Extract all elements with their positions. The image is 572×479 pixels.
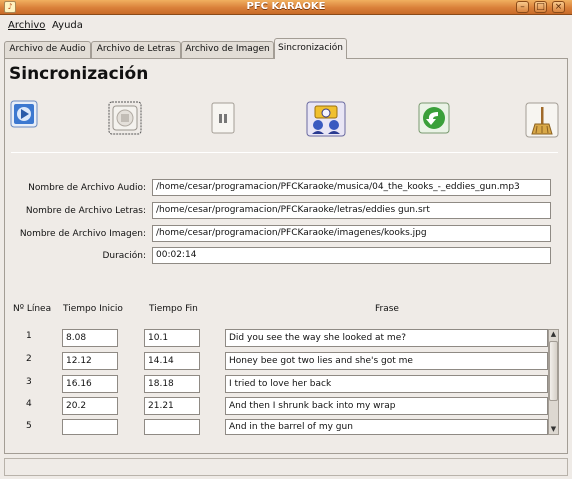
tiempo-inicio-field[interactable]	[62, 419, 118, 435]
scroll-thumb[interactable]	[549, 341, 558, 401]
tiempo-fin-field[interactable]: 21.21	[144, 397, 200, 415]
row-number: 2	[26, 354, 32, 364]
menu-bar: Archivo Ayuda	[0, 16, 572, 36]
menu-ayuda[interactable]: Ayuda	[52, 20, 83, 31]
window-title: PFC KARAOKE	[246, 1, 326, 12]
tab-archivo-letras[interactable]: Archivo de Letras	[91, 41, 181, 58]
duracion-field[interactable]: 00:02:14	[152, 247, 551, 264]
back-arrow-icon	[418, 102, 450, 134]
separator	[11, 152, 558, 153]
row-number: 5	[26, 421, 32, 431]
tiempo-inicio-field[interactable]: 8.08	[62, 329, 118, 347]
play-icon	[10, 100, 38, 128]
frase-field[interactable]: I tried to love her back	[225, 375, 548, 393]
scroll-up-icon[interactable]: ▲	[549, 330, 558, 339]
sync-people-icon	[306, 101, 346, 137]
imagen-file-field[interactable]: /home/cesar/programacion/PFCKaraoke/imag…	[152, 225, 551, 242]
tiempo-inicio-field[interactable]: 12.12	[62, 352, 118, 370]
stop-icon	[108, 101, 142, 135]
clear-button[interactable]	[525, 102, 559, 138]
header-linea: Nº Línea	[13, 304, 52, 314]
pause-button[interactable]	[211, 102, 241, 136]
menu-archivo[interactable]: Archivo	[8, 20, 45, 31]
letras-label: Nombre de Archivo Letras:	[25, 206, 146, 216]
sync-button[interactable]	[306, 101, 346, 137]
table-scrollbar[interactable]: ▲ ▼	[548, 329, 559, 435]
duracion-label: Duración:	[102, 251, 146, 261]
tab-archivo-imagen[interactable]: Archivo de Imagen	[181, 41, 274, 58]
tab-sincronizacion[interactable]: Sincronización	[274, 38, 347, 59]
broom-icon	[525, 102, 559, 138]
pause-icon	[211, 102, 235, 134]
header-tiempo-inicio: Tiempo Inicio	[63, 304, 123, 314]
tiempo-inicio-field[interactable]: 20.2	[62, 397, 118, 415]
maximize-button[interactable]: □	[534, 1, 547, 13]
minimize-button[interactable]: –	[516, 1, 529, 13]
header-frase: Frase	[375, 304, 399, 314]
close-button[interactable]: ×	[552, 1, 565, 13]
status-bar	[4, 458, 568, 476]
page-title: Sincronización	[9, 64, 149, 84]
title-bar: ♪ PFC KARAOKE – □ ×	[0, 0, 572, 15]
imagen-label: Nombre de Archivo Imagen:	[19, 229, 146, 239]
back-button[interactable]	[418, 102, 450, 136]
row-number: 1	[26, 331, 32, 341]
tiempo-fin-field[interactable]: 18.18	[144, 375, 200, 393]
frase-field[interactable]: And then I shrunk back into my wrap	[225, 397, 548, 415]
tiempo-fin-field[interactable]: 10.1	[144, 329, 200, 347]
tiempo-fin-field[interactable]: 14.14	[144, 352, 200, 370]
tiempo-fin-field[interactable]	[144, 419, 200, 435]
frase-field[interactable]: Honey bee got two lies and she's got me	[225, 352, 548, 370]
scroll-down-icon[interactable]: ▼	[549, 425, 558, 434]
stop-button[interactable]	[108, 101, 142, 135]
header-tiempo-fin: Tiempo Fin	[149, 304, 198, 314]
tiempo-inicio-field[interactable]: 16.16	[62, 375, 118, 393]
audio-file-field[interactable]: /home/cesar/programacion/PFCKaraoke/musi…	[152, 179, 551, 196]
row-number: 3	[26, 377, 32, 387]
audio-label: Nombre de Archivo Audio:	[28, 183, 146, 193]
tab-archivo-audio[interactable]: Archivo de Audio	[4, 41, 91, 58]
frase-field[interactable]: Did you see the way she looked at me?	[225, 329, 548, 347]
row-number: 4	[26, 399, 32, 409]
play-button[interactable]	[10, 100, 40, 134]
letras-file-field[interactable]: /home/cesar/programacion/PFCKaraoke/letr…	[152, 202, 551, 219]
frase-field[interactable]: And in the barrel of my gun	[225, 419, 548, 435]
